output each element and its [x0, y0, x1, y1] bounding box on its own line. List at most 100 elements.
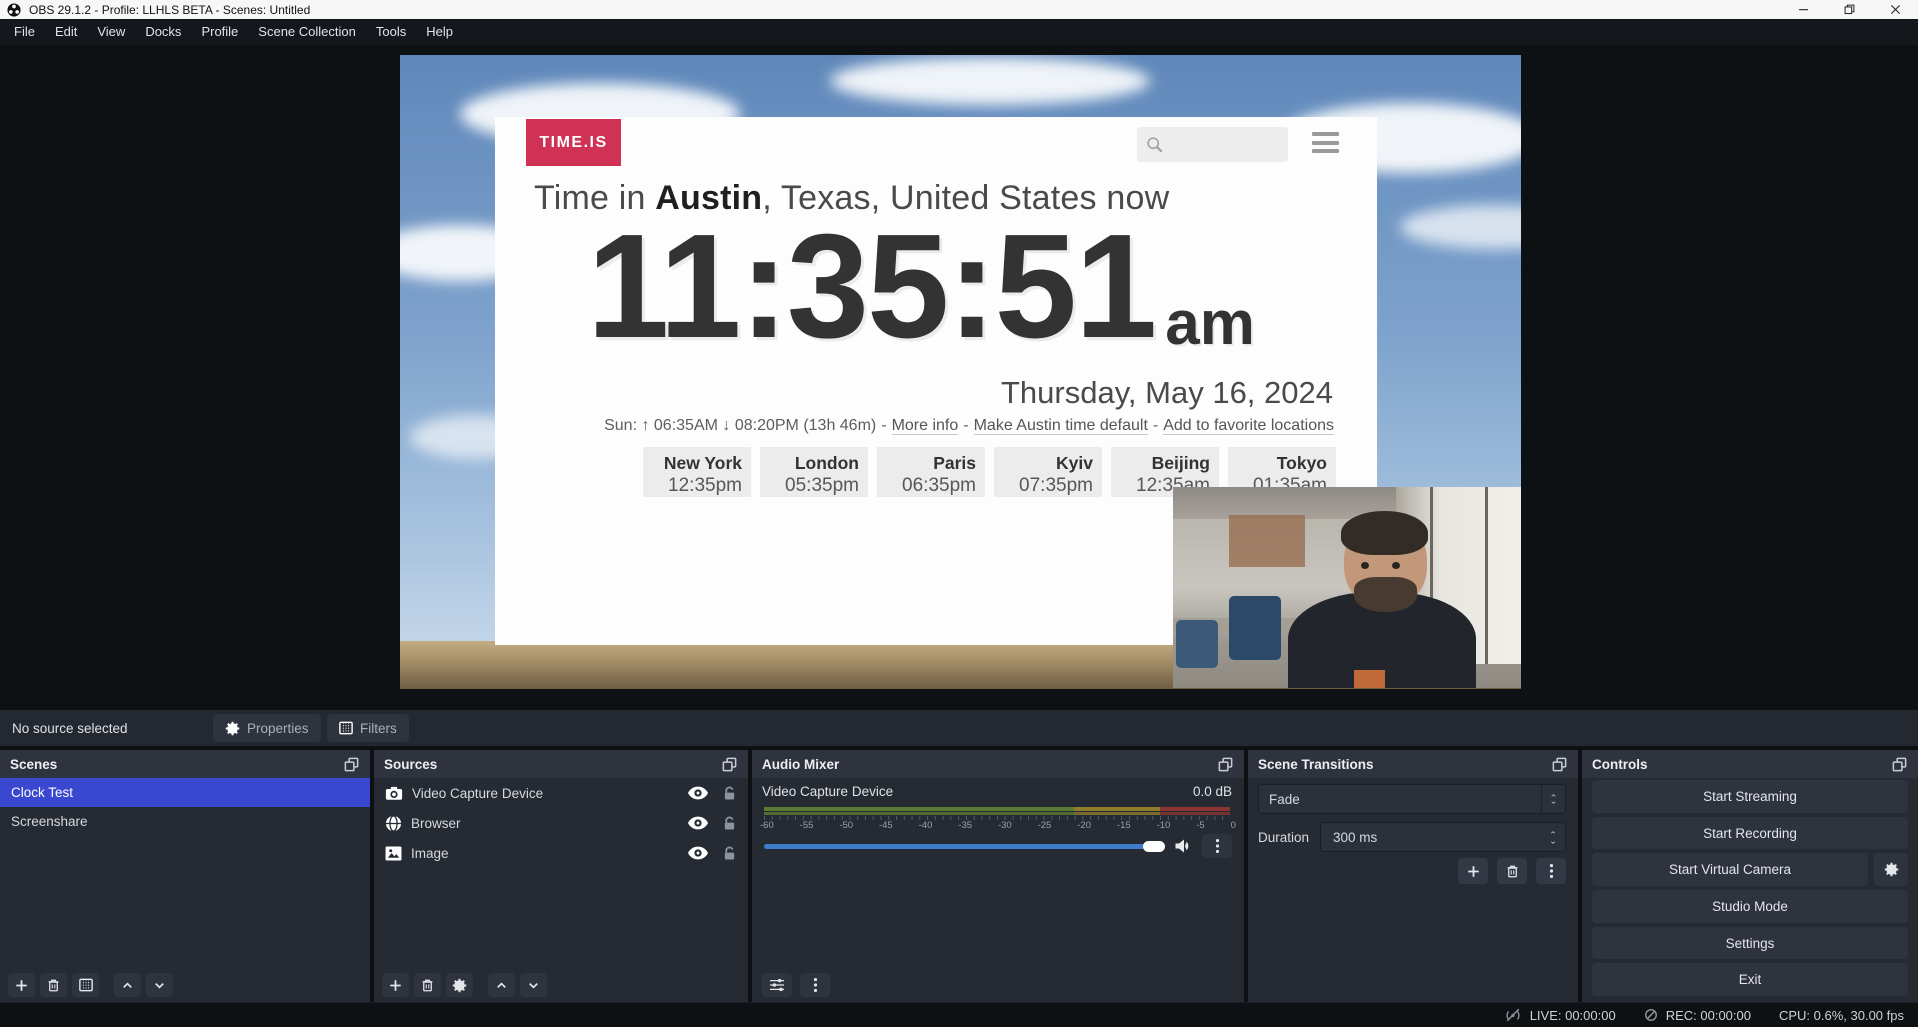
menu-view[interactable]: View: [87, 19, 135, 45]
source-properties-button[interactable]: [446, 973, 473, 997]
move-source-up-button[interactable]: [488, 973, 515, 997]
transition-value: Fade: [1259, 792, 1300, 807]
camera-icon: [385, 786, 403, 801]
mixer-channel-name: Video Capture Device: [762, 784, 893, 799]
sources-toolbar: [382, 973, 547, 997]
start-virtual-camera-button[interactable]: Start Virtual Camera: [1592, 853, 1868, 886]
start-recording-button[interactable]: Start Recording: [1592, 817, 1908, 850]
scene-item-clock-test[interactable]: Clock Test: [0, 778, 370, 807]
start-streaming-button[interactable]: Start Streaming: [1592, 780, 1908, 813]
menu-profile[interactable]: Profile: [191, 19, 248, 45]
close-button[interactable]: [1872, 0, 1918, 19]
dots-vertical-icon: [813, 977, 818, 993]
world-time-paris: Paris 06:35pm: [877, 447, 985, 497]
chevron-up-icon: [1548, 792, 1559, 799]
live-status: LIVE: 00:00:00: [1504, 1007, 1616, 1023]
advanced-audio-button[interactable]: [762, 973, 792, 997]
gear-icon: [452, 978, 467, 993]
popout-icon[interactable]: [1551, 756, 1568, 773]
chevron-down-icon: [152, 978, 167, 993]
move-scene-down-button[interactable]: [146, 973, 173, 997]
menu-file[interactable]: File: [4, 19, 45, 45]
minimize-icon: [1798, 4, 1809, 15]
menu-docks[interactable]: Docks: [135, 19, 191, 45]
popout-icon[interactable]: [721, 756, 738, 773]
add-scene-button[interactable]: [8, 973, 35, 997]
add-transition-button[interactable]: [1458, 858, 1488, 884]
exit-button[interactable]: Exit: [1592, 963, 1908, 996]
volume-meter-peak: [764, 812, 1230, 815]
spin-down-icon[interactable]: [1547, 839, 1559, 846]
transition-select[interactable]: Fade: [1258, 784, 1566, 814]
world-time-newyork: New York 12:35pm: [643, 447, 751, 497]
unlock-icon[interactable]: [723, 846, 736, 861]
popout-icon[interactable]: [1217, 756, 1234, 773]
obs-logo-icon: [7, 3, 21, 17]
popout-icon[interactable]: [1891, 756, 1908, 773]
settings-button[interactable]: Settings: [1592, 927, 1908, 960]
preview-canvas[interactable]: TIME.IS Time in Austin, Texas, United St…: [400, 55, 1521, 689]
virtual-camera-config-button[interactable]: [1874, 853, 1908, 886]
transition-buttons: [1458, 858, 1566, 884]
scene-transitions-panel: Scene Transitions Fade Duration 300 ms: [1248, 750, 1578, 1002]
menu-scene-collection[interactable]: Scene Collection: [248, 19, 366, 45]
scenes-panel: Scenes Clock Test Screenshare: [0, 750, 370, 1002]
visibility-eye-icon[interactable]: [688, 786, 708, 800]
rec-status: REC: 00:00:00: [1644, 1008, 1751, 1023]
duration-spinbox[interactable]: 300 ms: [1320, 822, 1566, 852]
add-source-button[interactable]: [382, 973, 409, 997]
controls-header: Controls: [1582, 750, 1918, 778]
volume-meter: [764, 807, 1230, 811]
source-item-video-capture[interactable]: Video Capture Device: [374, 778, 748, 808]
status-bar: LIVE: 00:00:00 REC: 00:00:00 CPU: 0.6%, …: [0, 1002, 1918, 1027]
trash-icon: [420, 978, 435, 993]
remove-scene-button[interactable]: [40, 973, 67, 997]
chevron-up-icon: [494, 978, 509, 993]
mixer-channel-row: Video Capture Device 0.0 dB: [762, 784, 1232, 799]
trash-icon: [46, 978, 61, 993]
search-icon: [1146, 136, 1163, 153]
meter-scale: -60 -55 -50 -45 -40 -35 -30 -25 -20 -15 …: [760, 820, 1236, 831]
studio-mode-button[interactable]: Studio Mode: [1592, 890, 1908, 923]
spin-up-icon[interactable]: [1547, 829, 1559, 836]
filter-icon: [79, 978, 93, 992]
scene-filters-button[interactable]: [72, 973, 99, 997]
speaker-icon[interactable]: [1174, 838, 1192, 854]
mixer-menu-button[interactable]: [800, 973, 830, 997]
transition-menu-button[interactable]: [1536, 858, 1566, 884]
menu-tools[interactable]: Tools: [366, 19, 416, 45]
mixer-channel-menu-button[interactable]: [1202, 834, 1232, 858]
menu-edit[interactable]: Edit: [45, 19, 87, 45]
window-title: OBS 29.1.2 - Profile: LLHLS BETA - Scene…: [29, 3, 310, 17]
audio-mixer-header: Audio Mixer: [752, 750, 1244, 778]
visibility-eye-icon[interactable]: [688, 816, 708, 830]
scenes-toolbar: [8, 973, 173, 997]
popout-icon[interactable]: [343, 756, 360, 773]
transitions-header: Scene Transitions: [1248, 750, 1578, 778]
duration-label: Duration: [1258, 822, 1309, 852]
remove-source-button[interactable]: [414, 973, 441, 997]
cloud: [1400, 205, 1521, 249]
properties-button[interactable]: Properties: [213, 714, 321, 742]
source-selection-bar: No source selected Properties Filters: [0, 710, 1918, 746]
visibility-eye-icon[interactable]: [688, 846, 708, 860]
remove-transition-button[interactable]: [1497, 858, 1527, 884]
webcam-source[interactable]: [1173, 487, 1521, 688]
transition-select-spinner[interactable]: [1541, 785, 1565, 813]
filters-button[interactable]: Filters: [327, 714, 409, 742]
unlock-icon[interactable]: [723, 816, 736, 831]
office-chair: [1229, 596, 1281, 660]
filter-icon: [339, 721, 353, 735]
menu-help[interactable]: Help: [416, 19, 463, 45]
minimize-button[interactable]: [1780, 0, 1826, 19]
move-source-down-button[interactable]: [520, 973, 547, 997]
scene-item-screenshare[interactable]: Screenshare: [0, 807, 370, 836]
volume-slider[interactable]: [764, 844, 1164, 849]
cloud: [830, 57, 1150, 105]
source-item-browser[interactable]: Browser: [374, 808, 748, 838]
move-scene-up-button[interactable]: [114, 973, 141, 997]
unlock-icon[interactable]: [723, 786, 736, 801]
source-item-image[interactable]: Image: [374, 838, 748, 868]
volume-slider-handle[interactable]: [1143, 841, 1165, 852]
maximize-button[interactable]: [1826, 0, 1872, 19]
